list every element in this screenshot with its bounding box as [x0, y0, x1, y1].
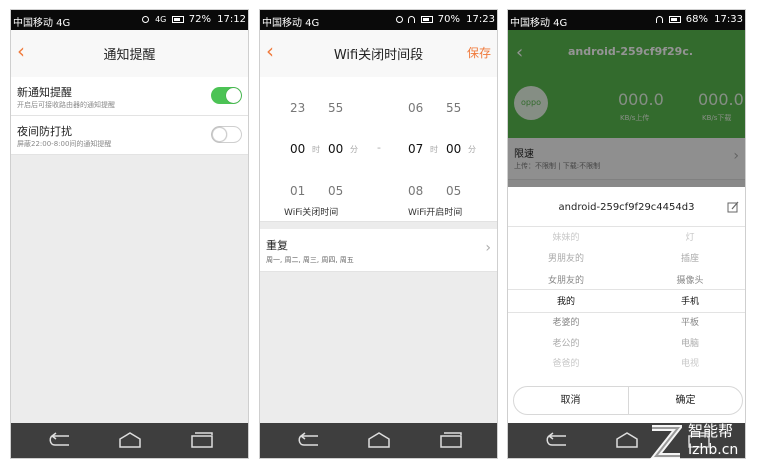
type-option[interactable]: 摄像头 [645, 273, 735, 286]
divider [508, 226, 745, 227]
watermark-url: Izhb.cn [688, 442, 739, 458]
picker-hour-next[interactable]: 08 [408, 184, 423, 198]
app-header: ‹ 通知提醒 [11, 30, 248, 78]
picker-minute-prev[interactable]: 55 [328, 101, 343, 115]
type-option[interactable]: 灯 [645, 230, 735, 243]
system-nav-bar [260, 423, 497, 458]
hour-unit: 时 [312, 145, 320, 154]
confirm-button[interactable]: 确定 [628, 386, 743, 415]
minute-unit: 分 [468, 145, 476, 154]
wifi-on-label: WiFi开启时间 [408, 208, 463, 218]
battery-icon [420, 15, 433, 23]
picker-minute-next[interactable]: 05 [328, 184, 343, 198]
wifi-icon [408, 15, 416, 23]
z-logo-icon [649, 425, 682, 459]
carrier-label: 中国移动 4G [13, 18, 71, 29]
picker-hour-prev[interactable]: 23 [290, 101, 305, 115]
setting-row-new-notifications[interactable]: 新通知提醒 开启后可接收路由器的通知提醒 [11, 77, 248, 116]
chevron-right-icon: › [485, 240, 491, 256]
type-option[interactable]: 平板 [645, 315, 735, 328]
picker-minute-next[interactable]: 05 [446, 184, 461, 198]
recents-nav-icon[interactable] [438, 432, 464, 448]
range-separator: - [377, 141, 381, 154]
picker-hour-next[interactable]: 01 [290, 184, 305, 198]
owner-option[interactable]: 女朋友的 [521, 273, 611, 286]
signal-label: 4G [155, 15, 167, 24]
setting-description: 开启后可接收路由器的通知提醒 [17, 101, 115, 109]
setting-row-night-mode[interactable]: 夜间防打扰 屏蔽22:00-8:00间的通知提醒 [11, 116, 248, 155]
off-hour-value[interactable]: 00 [290, 142, 305, 156]
clock-time: 17:33 [714, 14, 743, 25]
setting-description: 屏蔽22:00-8:00间的通知提醒 [17, 140, 112, 148]
cancel-button[interactable]: 取消 [513, 386, 628, 415]
setting-label: 新通知提醒 [17, 86, 72, 99]
alarm-icon [396, 15, 404, 23]
wifi-off-label: WiFi关闭时间 [284, 208, 339, 218]
edit-icon[interactable] [727, 201, 739, 213]
battery-percent: 72% [188, 14, 211, 25]
battery-percent: 68% [685, 14, 708, 25]
owner-option[interactable]: 老公的 [521, 336, 611, 349]
recents-nav-icon[interactable] [189, 432, 215, 448]
picker-hour-prev[interactable]: 06 [408, 101, 423, 115]
owner-option[interactable]: 老婆的 [521, 315, 611, 328]
type-option-selected[interactable]: 手机 [645, 294, 735, 307]
system-nav-bar [11, 423, 248, 458]
fade-mask [508, 375, 745, 381]
hour-unit: 时 [430, 145, 438, 154]
repeat-label: 重复 [266, 239, 288, 252]
battery-icon [171, 15, 184, 23]
clock-time: 17:12 [217, 14, 246, 25]
back-nav-icon[interactable] [47, 432, 73, 448]
phone-screen-wifi-schedule: 中国移动 4G 70% 17:23 ‹ Wifi关闭时间段 保存 23 55 0… [259, 9, 498, 459]
on-minute-value[interactable]: 00 [446, 142, 461, 156]
battery-percent: 70% [437, 14, 460, 25]
type-option[interactable]: 电视 [645, 356, 735, 369]
type-option[interactable]: 插座 [645, 251, 735, 264]
type-option[interactable]: 电脑 [645, 336, 735, 349]
clock-time: 17:23 [466, 14, 495, 25]
setting-label: 夜间防打扰 [17, 125, 72, 138]
home-nav-icon[interactable] [366, 432, 392, 448]
page-title: Wifi关闭时间段 [333, 48, 424, 63]
watermark-brand: 智能帮 [688, 422, 734, 440]
back-nav-icon[interactable] [544, 432, 570, 448]
repeat-row[interactable]: 重复 周一, 周二, 周三, 周四, 周五 › [260, 229, 497, 272]
rename-dialog: android-259cf9f29c4454d3 妹妹的 男朋友的 女朋友的 我… [508, 187, 745, 425]
carrier-label: 中国移动 4G [262, 18, 320, 29]
save-button[interactable]: 保存 [467, 44, 491, 61]
time-picker-panel: 23 55 00 时 00 分 01 05 WiFi关闭时间 - 06 55 0… [260, 77, 497, 222]
owner-option[interactable]: 男朋友的 [521, 251, 611, 264]
phone-screen-notifications: 中国移动 4G 4G 72% 17:12 ‹ 通知提醒 新通知提醒 开启后可接收… [10, 9, 249, 459]
home-nav-icon[interactable] [614, 432, 640, 448]
repeat-days: 周一, 周二, 周三, 周四, 周五 [266, 256, 354, 264]
notification-toggle[interactable] [211, 87, 242, 104]
owner-option-selected[interactable]: 我的 [521, 294, 611, 307]
back-nav-icon[interactable] [296, 432, 322, 448]
on-hour-value[interactable]: 07 [408, 142, 423, 156]
home-nav-icon[interactable] [117, 432, 143, 448]
off-minute-value[interactable]: 00 [328, 142, 343, 156]
alarm-icon [141, 15, 149, 23]
app-header: ‹ Wifi关闭时间段 保存 [260, 30, 497, 78]
owner-option[interactable]: 爸爸的 [521, 356, 611, 369]
minute-unit: 分 [350, 145, 358, 154]
night-mode-toggle[interactable] [211, 126, 242, 143]
page-title: 通知提醒 [103, 48, 156, 63]
carrier-label: 中国移动 4G [510, 18, 568, 29]
picker-minute-prev[interactable]: 55 [446, 101, 461, 115]
phone-screen-device-detail: ‹ android-259cf9f29c. oppo 000.0 KB/s上传 … [507, 9, 746, 459]
wifi-icon [656, 15, 664, 23]
dialog-device-name: android-259cf9f29c4454d3 [558, 202, 695, 213]
watermark: 智能帮 Izhb.cn [648, 418, 758, 468]
owner-option[interactable]: 妹妹的 [521, 230, 611, 243]
battery-icon [668, 15, 681, 23]
status-bar: 中国移动 4G 68% 17:33 [508, 10, 745, 30]
status-bar: 中国移动 4G 4G 72% 17:12 [11, 10, 248, 30]
status-bar: 中国移动 4G 70% 17:23 [260, 10, 497, 30]
